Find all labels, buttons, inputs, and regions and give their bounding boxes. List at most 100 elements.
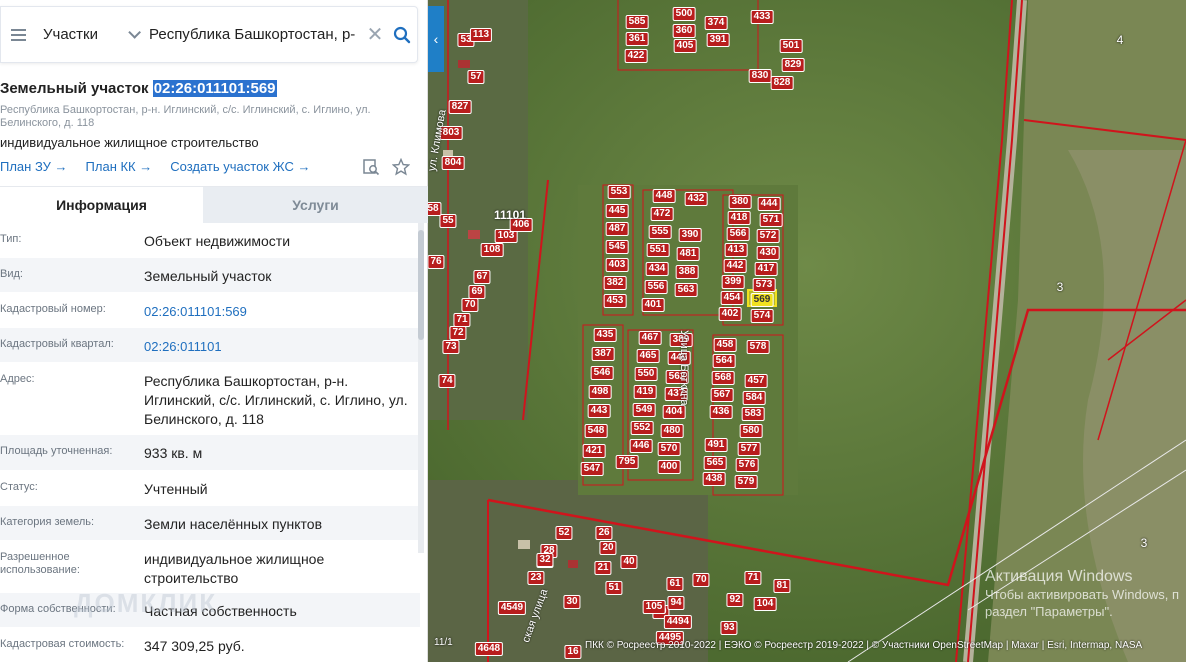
plot-label[interactable]: 583 (741, 407, 765, 421)
plot-label[interactable]: 30 (563, 595, 581, 609)
plot-label[interactable]: 26 (595, 526, 613, 540)
plot-label[interactable]: 405 (673, 39, 697, 53)
document-search-icon[interactable] (362, 158, 380, 176)
cadastral-quarter-link[interactable]: 02:26:011101 (144, 328, 420, 362)
plot-label[interactable]: 81 (773, 579, 791, 593)
plot-label[interactable]: 574 (750, 309, 774, 323)
plot-label[interactable]: 70 (692, 573, 710, 587)
plot-label[interactable]: 547 (580, 462, 604, 476)
plot-label[interactable]: 71 (744, 571, 762, 585)
parcel-number[interactable]: 02:26:011101:569 (152, 80, 277, 97)
plot-label[interactable]: 67 (473, 270, 491, 284)
plot-label[interactable]: 72 (449, 326, 467, 340)
plot-label[interactable]: 430 (756, 246, 780, 260)
plot-label[interactable]: 566 (726, 227, 750, 241)
plot-label[interactable]: 556 (644, 280, 668, 294)
plot-label[interactable]: 804 (441, 156, 465, 170)
plot-label[interactable]: 555 (648, 225, 672, 239)
plot-label[interactable]: 418 (727, 211, 751, 225)
plot-label[interactable]: 4549 (497, 601, 527, 615)
plot-label[interactable]: 93 (720, 621, 738, 635)
plot-label[interactable]: 432 (684, 192, 708, 206)
plot-label[interactable]: 480 (660, 424, 684, 438)
plot-label[interactable]: 51 (605, 581, 623, 595)
plot-label[interactable]: 454 (720, 291, 744, 305)
plot-label[interactable]: 564 (712, 354, 736, 368)
plot-label[interactable]: 52 (555, 526, 573, 540)
plot-label[interactable]: 830 (748, 69, 772, 83)
star-icon[interactable] (392, 158, 410, 176)
plot-label[interactable]: 551 (646, 243, 670, 257)
plot-label[interactable]: 403 (605, 258, 629, 272)
plot-label[interactable]: 388 (675, 265, 699, 279)
plot-label[interactable]: 74 (438, 374, 456, 388)
plot-label[interactable]: 382 (603, 276, 627, 290)
plot-label[interactable]: 20 (599, 541, 617, 555)
plot-label[interactable]: 584 (742, 391, 766, 405)
plot-label[interactable]: 446 (629, 439, 653, 453)
plot-label[interactable]: 374 (704, 16, 728, 30)
plot-label[interactable]: 413 (724, 243, 748, 257)
plot-label[interactable]: 380 (728, 195, 752, 209)
tab-info[interactable]: Информация (0, 187, 203, 223)
plot-label[interactable]: 387 (591, 347, 615, 361)
plot-label[interactable]: 16 (564, 645, 582, 659)
plot-label[interactable]: 565 (703, 456, 727, 470)
plot-label[interactable]: 829 (781, 58, 805, 72)
plot-label[interactable]: 92 (726, 593, 744, 607)
plot-label[interactable]: 438 (702, 472, 726, 486)
plot-label[interactable]: 21 (594, 561, 612, 575)
plot-label[interactable]: 108 (480, 243, 504, 257)
plot-label[interactable]: 570 (657, 442, 681, 456)
plot-label[interactable]: 827 (448, 100, 472, 114)
plot-label[interactable]: 73 (442, 340, 460, 354)
plot-label[interactable]: 435 (593, 328, 617, 342)
plot-label[interactable]: 94 (667, 596, 685, 610)
scrollbar-thumb[interactable] (418, 230, 424, 340)
plot-label[interactable]: 481 (676, 247, 700, 261)
plot-label[interactable]: 487 (605, 222, 629, 236)
plot-label[interactable]: 71 (453, 313, 471, 327)
plot-label[interactable]: 498 (588, 385, 612, 399)
clear-icon[interactable]: ✕ (363, 22, 387, 47)
plot-label[interactable]: 76 (428, 255, 445, 269)
plot-label[interactable]: 69 (468, 285, 486, 299)
plot-label[interactable]: 113 (469, 28, 493, 42)
plot-label[interactable]: 828 (770, 76, 794, 90)
plot-label[interactable]: 58 (428, 202, 442, 216)
plot-label[interactable]: 573 (752, 278, 776, 292)
plot-label[interactable]: 465 (636, 349, 660, 363)
plot-label[interactable]: 548 (584, 424, 608, 438)
tab-services[interactable]: Услуги (203, 187, 428, 223)
plot-label[interactable]: 472 (650, 207, 674, 221)
plot-label[interactable]: 401 (641, 298, 665, 312)
plot-label[interactable]: 61 (666, 577, 684, 591)
plot-label[interactable]: 421 (582, 444, 606, 458)
plot-label[interactable]: 585 (625, 15, 649, 29)
plot-label[interactable]: 399 (721, 275, 745, 289)
plot-label[interactable]: 577 (737, 442, 761, 456)
plot-label[interactable]: 549 (632, 403, 656, 417)
plot-label[interactable]: 795 (615, 455, 639, 469)
plot-label[interactable]: 360 (672, 24, 696, 38)
plot-label[interactable]: 361 (625, 32, 649, 46)
plot-label[interactable]: 458 (713, 338, 737, 352)
plan-kk-link[interactable]: План КК → (86, 159, 153, 174)
plot-label[interactable]: 417 (754, 262, 778, 276)
plot-label[interactable]: 40 (620, 555, 638, 569)
menu-icon[interactable] (1, 28, 35, 41)
plan-zu-link[interactable]: План ЗУ → (0, 159, 68, 174)
plot-label[interactable]: 576 (735, 458, 759, 472)
plot-label[interactable]: 467 (638, 331, 662, 345)
plot-label[interactable]: 55 (439, 214, 457, 228)
plot-label[interactable]: 434 (645, 262, 669, 276)
plot-label[interactable]: 443 (587, 404, 611, 418)
plot-label[interactable]: 70 (461, 298, 479, 312)
plot-label[interactable]: 442 (723, 259, 747, 273)
plot-label[interactable]: 419 (633, 385, 657, 399)
plot-label[interactable]: 501 (779, 39, 803, 53)
plot-label[interactable]: 552 (630, 421, 654, 435)
collapse-panel-button[interactable]: ‹ (428, 6, 444, 72)
plot-label[interactable]: 404 (662, 405, 686, 419)
plot-label[interactable]: 422 (624, 49, 648, 63)
